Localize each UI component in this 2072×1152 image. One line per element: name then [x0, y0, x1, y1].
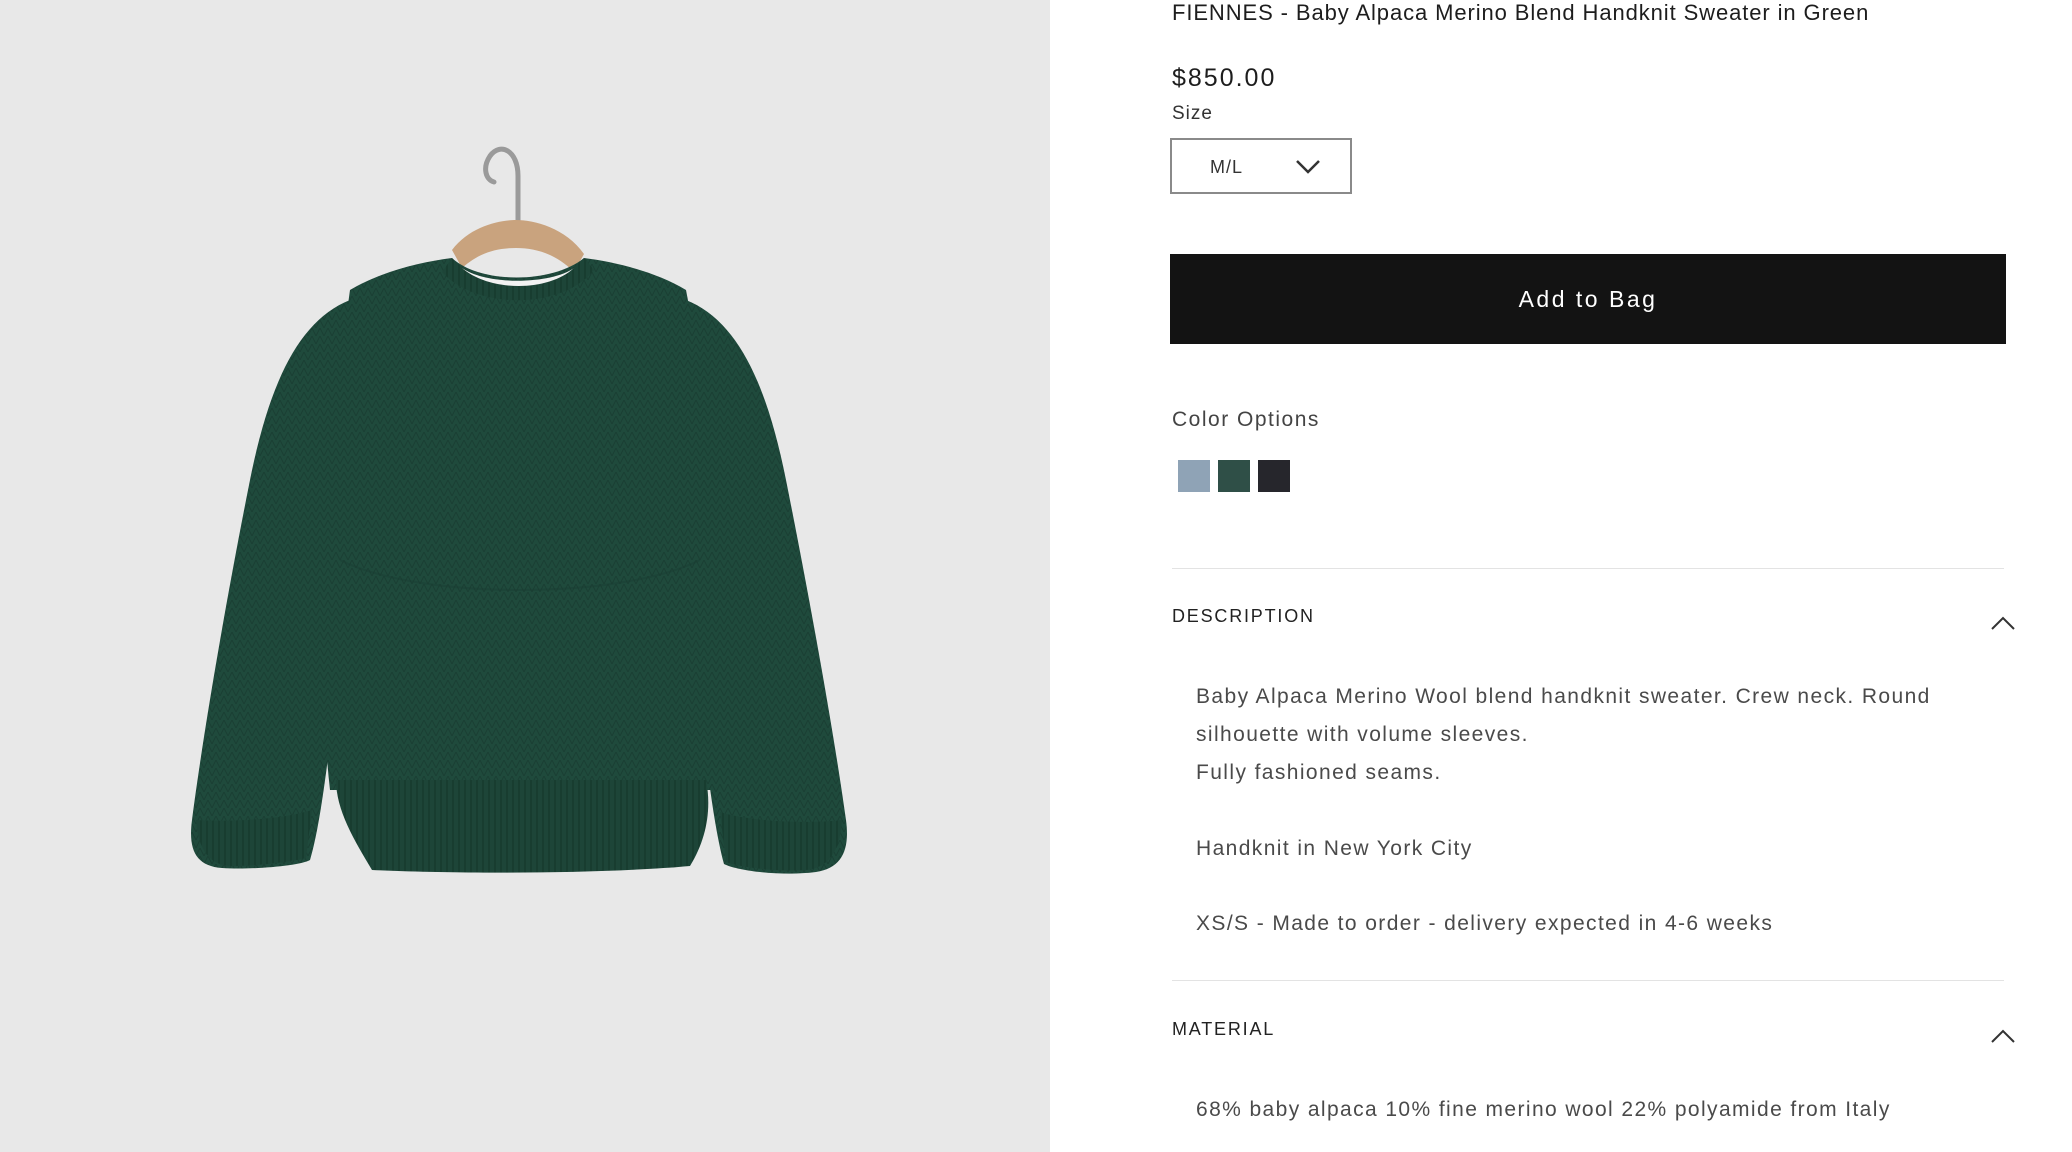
material-toggle[interactable]: MATERIAL — [1172, 1019, 2015, 1059]
divider — [1172, 568, 2004, 569]
product-image[interactable] — [0, 0, 1050, 1152]
description-line: XS/S - Made to order - delivery expected… — [1196, 912, 1774, 935]
chevron-up-icon — [1991, 1029, 2015, 1043]
description-title: DESCRIPTION — [1172, 606, 1315, 626]
material-text: 68% baby alpaca 10% fine merino wool 22%… — [1196, 1098, 1891, 1121]
description-toggle[interactable]: DESCRIPTION — [1172, 606, 2015, 646]
product-price: $850.00 — [1172, 64, 1277, 92]
description-line: silhouette with volume sleeves. — [1196, 723, 1529, 746]
color-swatch-blue[interactable] — [1178, 460, 1210, 492]
add-to-bag-button[interactable]: Add to Bag — [1170, 254, 2006, 344]
description-line: Fully fashioned seams. — [1196, 761, 1442, 784]
product-title: FIENNES - Baby Alpaca Merino Blend Handk… — [1172, 0, 1870, 25]
description-line: Baby Alpaca Merino Wool blend handknit s… — [1196, 685, 1931, 708]
color-swatch-green[interactable] — [1218, 460, 1250, 492]
chevron-up-icon — [1991, 616, 2015, 630]
size-select[interactable]: M/L — [1170, 138, 1352, 194]
color-swatch-black[interactable] — [1258, 460, 1290, 492]
size-label: Size — [1172, 103, 1213, 124]
chevron-down-icon — [1296, 160, 1320, 174]
material-title: MATERIAL — [1172, 1019, 1276, 1039]
description-line: Handknit in New York City — [1196, 837, 1473, 860]
divider — [1172, 980, 2004, 981]
product-image-panel — [0, 0, 1050, 1152]
color-options-label: Color Options — [1172, 408, 1320, 431]
size-selected-value: M/L — [1210, 157, 1244, 177]
product-info-panel: FIENNES - Baby Alpaca Merino Blend Handk… — [1050, 0, 2072, 1152]
color-swatches — [1178, 460, 1290, 492]
